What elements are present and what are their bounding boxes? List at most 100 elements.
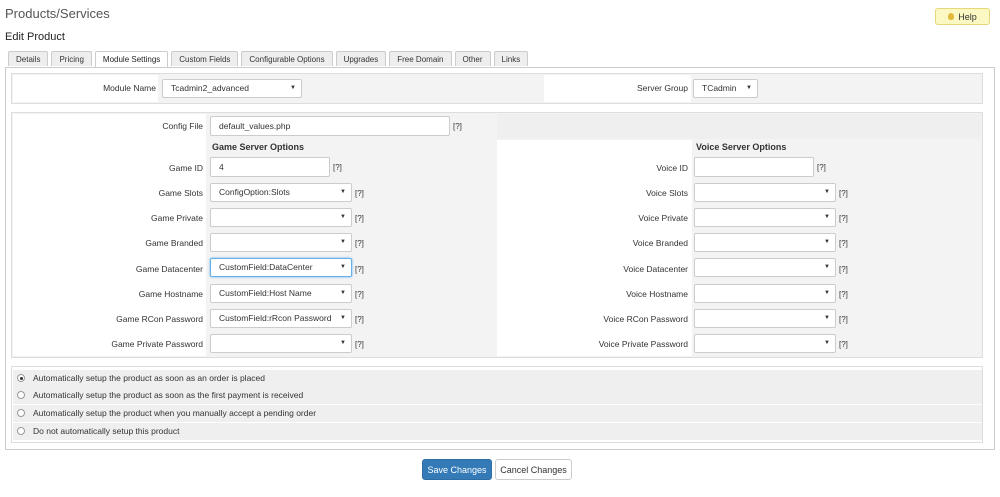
- setup-option-label: Automatically setup the product as soon …: [33, 390, 304, 400]
- chevron-down-icon: ▼: [290, 85, 296, 91]
- help-marker[interactable]: [?]: [817, 163, 826, 172]
- chevron-down-icon: ▼: [340, 340, 346, 346]
- voice-branded-select[interactable]: ▼: [694, 233, 836, 252]
- chevron-down-icon: ▼: [746, 85, 752, 91]
- chevron-down-icon: ▼: [824, 290, 830, 296]
- voice-private-label: Voice Private: [638, 213, 688, 223]
- tab-links[interactable]: Links: [493, 51, 529, 66]
- tab-upgrades[interactable]: Upgrades: [335, 51, 387, 66]
- config-file-value: default_values.php: [219, 121, 291, 131]
- page-title: Products/Services: [5, 6, 110, 21]
- help-label: Help: [958, 11, 977, 22]
- voice-rcon-password-select[interactable]: ▼: [694, 309, 836, 328]
- radio-selected[interactable]: [17, 374, 25, 382]
- module-name-value: Tcadmin2_advanced: [171, 83, 249, 93]
- voice-datacenter-select[interactable]: ▼: [694, 258, 836, 277]
- voice-slots-select[interactable]: ▼: [694, 183, 836, 202]
- lightbulb-icon: [948, 13, 955, 20]
- tab-module-settings[interactable]: Module Settings: [94, 51, 169, 68]
- game-hostname-label: Game Hostname: [138, 289, 203, 299]
- radio-unselected[interactable]: [17, 427, 25, 435]
- game-datacenter-label: Game Datacenter: [135, 264, 203, 274]
- help-marker[interactable]: [?]: [355, 239, 364, 248]
- chevron-down-icon: ▼: [340, 214, 346, 220]
- module-name-label: Module Name: [103, 83, 156, 93]
- help-marker[interactable]: [?]: [839, 290, 848, 299]
- tab-free-domain[interactable]: Free Domain: [389, 51, 452, 66]
- help-marker[interactable]: [?]: [355, 315, 364, 324]
- help-marker[interactable]: [?]: [839, 265, 848, 274]
- chevron-down-icon: ▼: [340, 315, 346, 321]
- voice-id-input[interactable]: [694, 157, 814, 177]
- cancel-changes-button[interactable]: Cancel Changes: [495, 459, 572, 480]
- help-marker[interactable]: [?]: [355, 214, 364, 223]
- tab-other[interactable]: Other: [454, 51, 491, 66]
- help-marker[interactable]: [?]: [839, 315, 848, 324]
- module-name-select[interactable]: Tcadmin2_advanced ▼: [162, 79, 302, 98]
- help-marker[interactable]: [?]: [333, 163, 342, 172]
- config-file-label: Config File: [162, 121, 203, 131]
- setup-option-row[interactable]: Automatically setup the product when you…: [13, 405, 982, 422]
- voice-slots-label: Voice Slots: [645, 188, 688, 198]
- help-marker[interactable]: [?]: [355, 265, 364, 274]
- voice-private-password-select[interactable]: ▼: [694, 334, 836, 353]
- setup-option-row[interactable]: Automatically setup the product as soon …: [13, 387, 982, 404]
- chevron-down-icon: ▼: [340, 189, 346, 195]
- game-private-select[interactable]: ▼: [210, 208, 352, 227]
- game-id-label: Game ID: [168, 163, 203, 173]
- chevron-down-icon: ▼: [340, 290, 346, 296]
- tab-custom-fields[interactable]: Custom Fields: [171, 51, 239, 66]
- voice-hostname-label: Voice Hostname: [626, 289, 688, 299]
- game-rcon-password-select[interactable]: CustomField:rRcon Password ▼: [210, 309, 352, 328]
- chevron-down-icon: ▼: [824, 264, 830, 270]
- radio-unselected[interactable]: [17, 409, 25, 417]
- setup-option-label: Automatically setup the product as soon …: [33, 373, 265, 383]
- help-marker[interactable]: [?]: [355, 290, 364, 299]
- game-datacenter-select[interactable]: CustomField:DataCenter ▼: [210, 258, 352, 277]
- voice-branded-label: Voice Branded: [632, 238, 688, 248]
- radio-unselected[interactable]: [17, 391, 25, 399]
- setup-option-row[interactable]: Do not automatically setup this product: [13, 423, 982, 440]
- tab-pricing[interactable]: Pricing: [51, 51, 92, 66]
- tab-configurable-options[interactable]: Configurable Options: [241, 51, 333, 66]
- help-marker[interactable]: [?]: [839, 189, 848, 198]
- server-group-value: TCadmin: [702, 83, 737, 93]
- help-marker[interactable]: [?]: [355, 189, 364, 198]
- game-private-password-label: Game Private Password: [111, 339, 203, 349]
- chevron-down-icon: ▼: [824, 189, 830, 195]
- setup-option-row[interactable]: Automatically setup the product as soon …: [13, 370, 982, 387]
- game-slots-select[interactable]: ConfigOption:Slots ▼: [210, 183, 352, 202]
- game-branded-label: Game Branded: [145, 238, 203, 248]
- game-hostname-value: CustomField:Host Name: [219, 288, 312, 298]
- game-id-input[interactable]: 4: [210, 157, 330, 177]
- config-file-input[interactable]: default_values.php: [210, 116, 450, 136]
- save-changes-button[interactable]: Save Changes: [422, 459, 492, 480]
- help-marker[interactable]: [?]: [839, 214, 848, 223]
- voice-id-label: Voice ID: [656, 163, 688, 173]
- help-marker[interactable]: [?]: [355, 340, 364, 349]
- voice-rcon-password-label: Voice RCon Password: [603, 314, 688, 324]
- voice-private-password-label: Voice Private Password: [598, 339, 688, 349]
- help-marker[interactable]: [?]: [453, 122, 462, 131]
- voice-server-options-header: Voice Server Options: [696, 142, 787, 152]
- help-marker[interactable]: [?]: [839, 239, 848, 248]
- page-subtitle: Edit Product: [5, 31, 65, 43]
- game-private-password-select[interactable]: ▼: [210, 334, 352, 353]
- game-rcon-password-label: Game RCon Password: [116, 314, 203, 324]
- chevron-down-icon: ▼: [824, 239, 830, 245]
- voice-hostname-select[interactable]: ▼: [694, 284, 836, 303]
- config-right-cell: [497, 114, 981, 139]
- game-hostname-select[interactable]: CustomField:Host Name ▼: [210, 284, 352, 303]
- game-slots-value: ConfigOption:Slots: [219, 187, 290, 197]
- game-branded-select[interactable]: ▼: [210, 233, 352, 252]
- game-rcon-password-value: CustomField:rRcon Password: [219, 313, 332, 323]
- voice-private-select[interactable]: ▼: [694, 208, 836, 227]
- game-private-label: Game Private: [151, 213, 203, 223]
- chevron-down-icon: ▼: [824, 315, 830, 321]
- server-group-select[interactable]: TCadmin ▼: [693, 79, 758, 98]
- server-group-label: Server Group: [636, 83, 688, 93]
- help-marker[interactable]: [?]: [839, 340, 848, 349]
- tab-details[interactable]: Details: [8, 51, 49, 66]
- chevron-down-icon: ▼: [824, 340, 830, 346]
- help-button[interactable]: Help: [935, 8, 990, 25]
